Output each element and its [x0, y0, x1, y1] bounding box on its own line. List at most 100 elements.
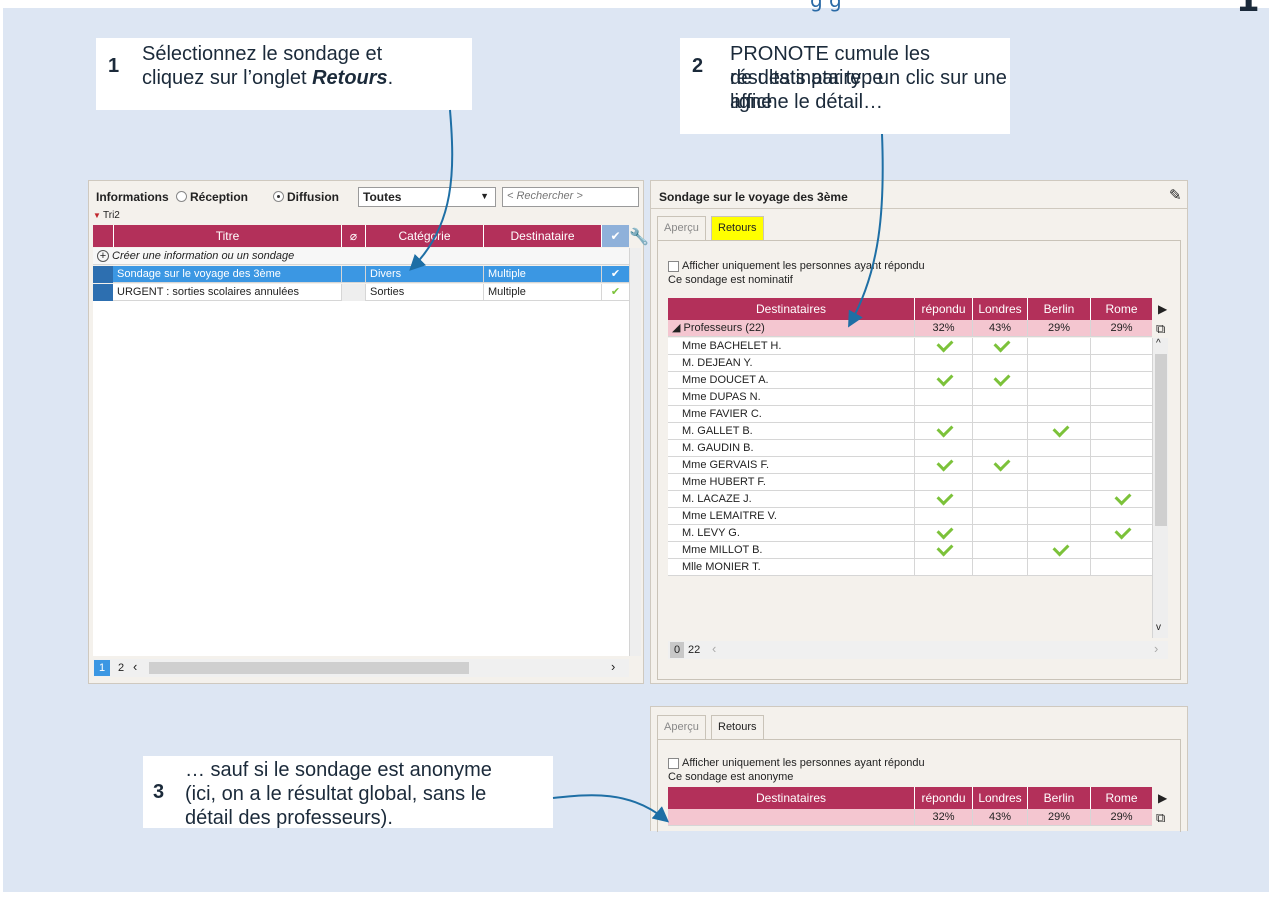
scrollbar-vertical[interactable] — [629, 248, 641, 656]
cell-rome — [1090, 474, 1152, 491]
cell-berlin — [1027, 508, 1090, 525]
callout-1-line-2: cliquez sur l’onglet Retours. — [142, 67, 394, 89]
person-name: Mme HUBERT F. — [682, 476, 766, 488]
copy-icon[interactable]: ⧉ — [1156, 810, 1165, 826]
group-row-professeurs[interactable]: ◢ Professeurs (22) 32% 43% 29% 29% — [668, 320, 1152, 337]
header-destinataires[interactable]: Destinataires — [668, 298, 914, 320]
group-repondu: 32% — [914, 320, 972, 337]
sort-arrow-icon: ▼ — [93, 211, 101, 220]
table-row[interactable]: M. GAUDIN B. — [668, 440, 1152, 457]
cell-berlin — [1027, 406, 1090, 423]
header-londres[interactable]: Londres — [972, 787, 1027, 809]
page-1[interactable]: 1 — [94, 660, 110, 676]
cell-repondu — [914, 372, 972, 389]
cell-repondu — [914, 440, 972, 457]
cell-repondu — [914, 355, 972, 372]
paperclip-icon[interactable]: ⌀ — [341, 225, 365, 247]
table-row[interactable]: M. DEJEAN Y. — [668, 355, 1152, 372]
header-destinataires[interactable]: Destinataires — [668, 787, 914, 809]
cell-rome — [1090, 355, 1152, 372]
table-row[interactable]: Mme LEMAITRE V. — [668, 508, 1152, 525]
cell-repondu — [914, 508, 972, 525]
header-rome[interactable]: Rome — [1090, 298, 1152, 320]
header-repondu[interactable]: répondu — [914, 787, 972, 809]
header-titre[interactable]: Titre — [113, 225, 341, 247]
next-columns-icon[interactable]: ▶ — [1158, 302, 1167, 316]
diffusion-radio[interactable] — [273, 191, 284, 202]
table-row[interactable]: Mme BACHELET H. — [668, 338, 1152, 355]
cell-rome — [1090, 457, 1152, 474]
header-berlin[interactable]: Berlin — [1027, 298, 1090, 320]
person-name: Mme FAVIER C. — [682, 408, 762, 420]
scroll-left-icon[interactable]: ‹ — [712, 641, 716, 656]
scroll-left-icon[interactable]: ‹ — [133, 659, 137, 674]
create-row[interactable]: + Créer une information ou un sondage — [93, 248, 629, 265]
global-result-row[interactable]: 32% 43% 29% 29% — [668, 809, 1152, 826]
cell-berlin — [1027, 457, 1090, 474]
chevron-down-icon: ▼ — [480, 191, 489, 201]
check-icon — [1052, 542, 1069, 557]
cell-rome — [1090, 508, 1152, 525]
copy-icon[interactable]: ⧉ — [1156, 321, 1165, 337]
wrench-icon[interactable]: 🔧 — [629, 227, 649, 247]
read-status-icon[interactable]: ✔ — [601, 225, 629, 247]
table-row[interactable]: Sondage sur le voyage des 3ème Divers Mu… — [93, 266, 629, 283]
tab-apercu[interactable]: Aperçu — [657, 216, 706, 240]
filter-checkbox[interactable] — [668, 758, 679, 769]
filter-checkbox[interactable] — [668, 261, 679, 272]
scroll-right-icon[interactable]: › — [611, 659, 615, 674]
scrollbar-thumb[interactable] — [1155, 354, 1167, 526]
tab-apercu[interactable]: Aperçu — [657, 715, 706, 739]
page-0[interactable]: 0 — [670, 642, 684, 658]
diffusion-label: Diffusion — [287, 190, 339, 204]
page-2[interactable]: 2 — [113, 660, 129, 676]
table-row[interactable]: Mlle MONIER T. — [668, 559, 1152, 576]
page-22[interactable]: 22 — [688, 642, 700, 658]
header-categorie[interactable]: Catégorie — [365, 225, 483, 247]
scroll-down-icon[interactable]: v — [1156, 622, 1161, 633]
table-row[interactable]: Mme HUBERT F. — [668, 474, 1152, 491]
collapse-icon[interactable]: ◢ — [672, 322, 684, 334]
table-row[interactable]: Mme FAVIER C. — [668, 406, 1152, 423]
header-londres[interactable]: Londres — [972, 298, 1027, 320]
callout-1-line-1: Sélectionnez le sondage et — [142, 43, 383, 65]
tab-retours[interactable]: Retours — [711, 715, 764, 739]
scroll-up-icon[interactable]: ^ — [1156, 338, 1161, 349]
table-row[interactable]: Mme DOUCET A. — [668, 372, 1152, 389]
anonymous-results-header: Destinataires répondu Londres Berlin Rom… — [668, 787, 1152, 809]
header-destinataire[interactable]: Destinataire — [483, 225, 601, 247]
results-pagination: 0 22 ‹ › — [668, 641, 1168, 659]
cell-berlin — [1027, 423, 1090, 440]
table-row[interactable]: Mme MILLOT B. — [668, 542, 1152, 559]
scrollbar-horizontal-thumb[interactable] — [149, 662, 469, 674]
table-row[interactable]: M. LACAZE J. — [668, 491, 1152, 508]
pencil-icon[interactable]: ✎ — [1169, 186, 1182, 204]
check-icon — [993, 372, 1010, 387]
table-row[interactable]: URGENT : sorties scolaires annulées Sort… — [93, 284, 629, 301]
sort-label: Tri2 — [103, 210, 120, 221]
next-columns-icon[interactable]: ▶ — [1158, 791, 1167, 805]
global-repondu: 32% — [914, 809, 972, 826]
table-row[interactable]: Mme DUPAS N. — [668, 389, 1152, 406]
header-rome[interactable]: Rome — [1090, 787, 1152, 809]
cell-londres — [972, 440, 1027, 457]
header-berlin[interactable]: Berlin — [1027, 787, 1090, 809]
cell-berlin — [1027, 525, 1090, 542]
scroll-right-icon[interactable]: › — [1154, 641, 1158, 656]
table-row[interactable]: M. GALLET B. — [668, 423, 1152, 440]
table-row[interactable]: Mme GERVAIS F. — [668, 457, 1152, 474]
search-input[interactable]: < Rechercher > — [502, 187, 639, 207]
check-icon — [1114, 525, 1132, 540]
global-londres: 43% — [972, 809, 1027, 826]
cell-repondu — [914, 338, 972, 355]
header-repondu[interactable]: répondu — [914, 298, 972, 320]
page-number: 1 — [1236, 0, 1260, 20]
filter-select[interactable]: Toutes ▼ — [358, 187, 496, 207]
scrollbar-vertical[interactable]: ^ v — [1152, 338, 1168, 638]
cell-berlin — [1027, 474, 1090, 491]
tab-retours[interactable]: Retours — [711, 216, 764, 240]
cell-repondu — [914, 423, 972, 440]
reception-radio[interactable] — [176, 191, 187, 202]
anonymous-poll-panel: Aperçu Retours Afficher uniquement les p… — [650, 706, 1188, 832]
table-row[interactable]: M. LEVY G. — [668, 525, 1152, 542]
